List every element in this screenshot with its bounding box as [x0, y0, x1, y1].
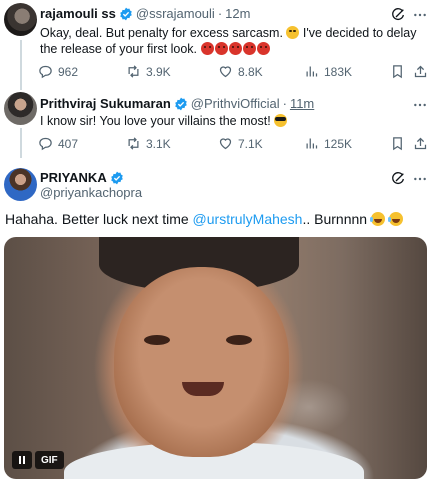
- bookmark-button[interactable]: [390, 136, 405, 154]
- more-icon[interactable]: [412, 97, 428, 113]
- share-icon: [414, 137, 427, 150]
- gif-frame-eye: [144, 335, 170, 345]
- author-name[interactable]: PRIYANKA: [40, 170, 107, 185]
- author-handle[interactable]: @ssrajamouli: [136, 6, 215, 21]
- gif-frame-eye: [226, 335, 252, 345]
- tweet-text: Okay, deal. But penalty for excess sarca…: [40, 26, 417, 56]
- share-button[interactable]: [413, 64, 428, 82]
- reply-icon: [39, 65, 52, 79]
- like-icon: [219, 66, 232, 78]
- gif-frame-face: [114, 267, 289, 457]
- mention-link[interactable]: @urstrulyMahesh: [193, 211, 303, 227]
- tweet-header: PRIYANKA: [40, 170, 127, 185]
- avatar[interactable]: [4, 92, 37, 125]
- grok-icon[interactable]: [390, 7, 406, 23]
- angry-face-emoji: [242, 42, 256, 55]
- separator-dot: ·: [282, 96, 287, 111]
- author-handle[interactable]: @PrithviOfficial: [191, 96, 280, 111]
- like-button[interactable]: 8.8K: [218, 64, 263, 79]
- author-name[interactable]: rajamouli ss: [40, 6, 116, 21]
- retweet-icon: [128, 65, 139, 78]
- thread-connector: [20, 128, 22, 158]
- laughing-tears-emoji: [369, 212, 385, 226]
- angry-face-emoji: [228, 42, 242, 55]
- tweet-actions: 407 3.1K 7.1K 125K: [38, 136, 428, 154]
- gif-badge: GIF: [35, 451, 64, 469]
- like-icon: [219, 138, 232, 150]
- tweet-header: Prithviraj Sukumaran @PrithviOfficial · …: [40, 96, 314, 111]
- tweet-text: I know sir! You love your villains the m…: [40, 113, 428, 129]
- tweet-text: Hahaha. Better luck next time @urstrulyM…: [5, 211, 403, 227]
- reply-button[interactable]: 962: [38, 64, 78, 79]
- thread-connector: [20, 40, 22, 90]
- reply-icon: [39, 137, 52, 151]
- avatar[interactable]: [4, 168, 37, 201]
- more-icon[interactable]: [412, 7, 428, 23]
- laughing-tears-emoji: [387, 212, 403, 226]
- timestamp[interactable]: 11m: [290, 96, 314, 111]
- retweet-button[interactable]: 3.1K: [126, 136, 171, 151]
- sunglasses-face-emoji: [274, 114, 288, 127]
- grok-icon[interactable]: [390, 171, 406, 187]
- share-button[interactable]: [413, 136, 428, 154]
- separator-dot: ·: [217, 6, 223, 21]
- views-button[interactable]: 125K: [304, 136, 352, 151]
- views-icon: [306, 138, 318, 149]
- tweet-actions: 962 3.9K 8.8K 183K: [38, 64, 428, 82]
- thinking-face-emoji: [286, 26, 300, 39]
- gif-controls: GIF: [12, 451, 64, 469]
- tweet-header: rajamouli ss @ssrajamouli · 12m: [40, 6, 250, 21]
- author-handle[interactable]: @priyankachopra: [40, 185, 142, 200]
- like-button[interactable]: 7.1K: [218, 136, 263, 151]
- avatar[interactable]: [4, 3, 37, 36]
- author-name[interactable]: Prithviraj Sukumaran: [40, 96, 171, 111]
- reply-button[interactable]: 407: [38, 136, 78, 151]
- verified-badge-icon: [110, 171, 123, 184]
- angry-face-emoji: [256, 42, 270, 55]
- verified-badge-icon: [175, 97, 187, 110]
- retweet-icon: [128, 137, 139, 150]
- bookmark-icon: [393, 137, 402, 151]
- gif-media[interactable]: GIF: [4, 237, 427, 479]
- retweet-button[interactable]: 3.9K: [126, 64, 171, 79]
- tweet-subheader: @priyankachopra: [40, 185, 142, 200]
- angry-face-emoji: [200, 42, 214, 55]
- bookmark-icon: [393, 65, 402, 79]
- timestamp[interactable]: 12m: [225, 6, 250, 21]
- share-icon: [414, 65, 427, 78]
- views-button[interactable]: 183K: [304, 64, 352, 79]
- pause-icon[interactable]: [12, 451, 32, 469]
- angry-face-emoji: [214, 42, 228, 55]
- bookmark-button[interactable]: [390, 64, 405, 82]
- views-icon: [306, 66, 318, 77]
- more-icon[interactable]: [412, 171, 428, 187]
- verified-badge-icon: [120, 7, 132, 20]
